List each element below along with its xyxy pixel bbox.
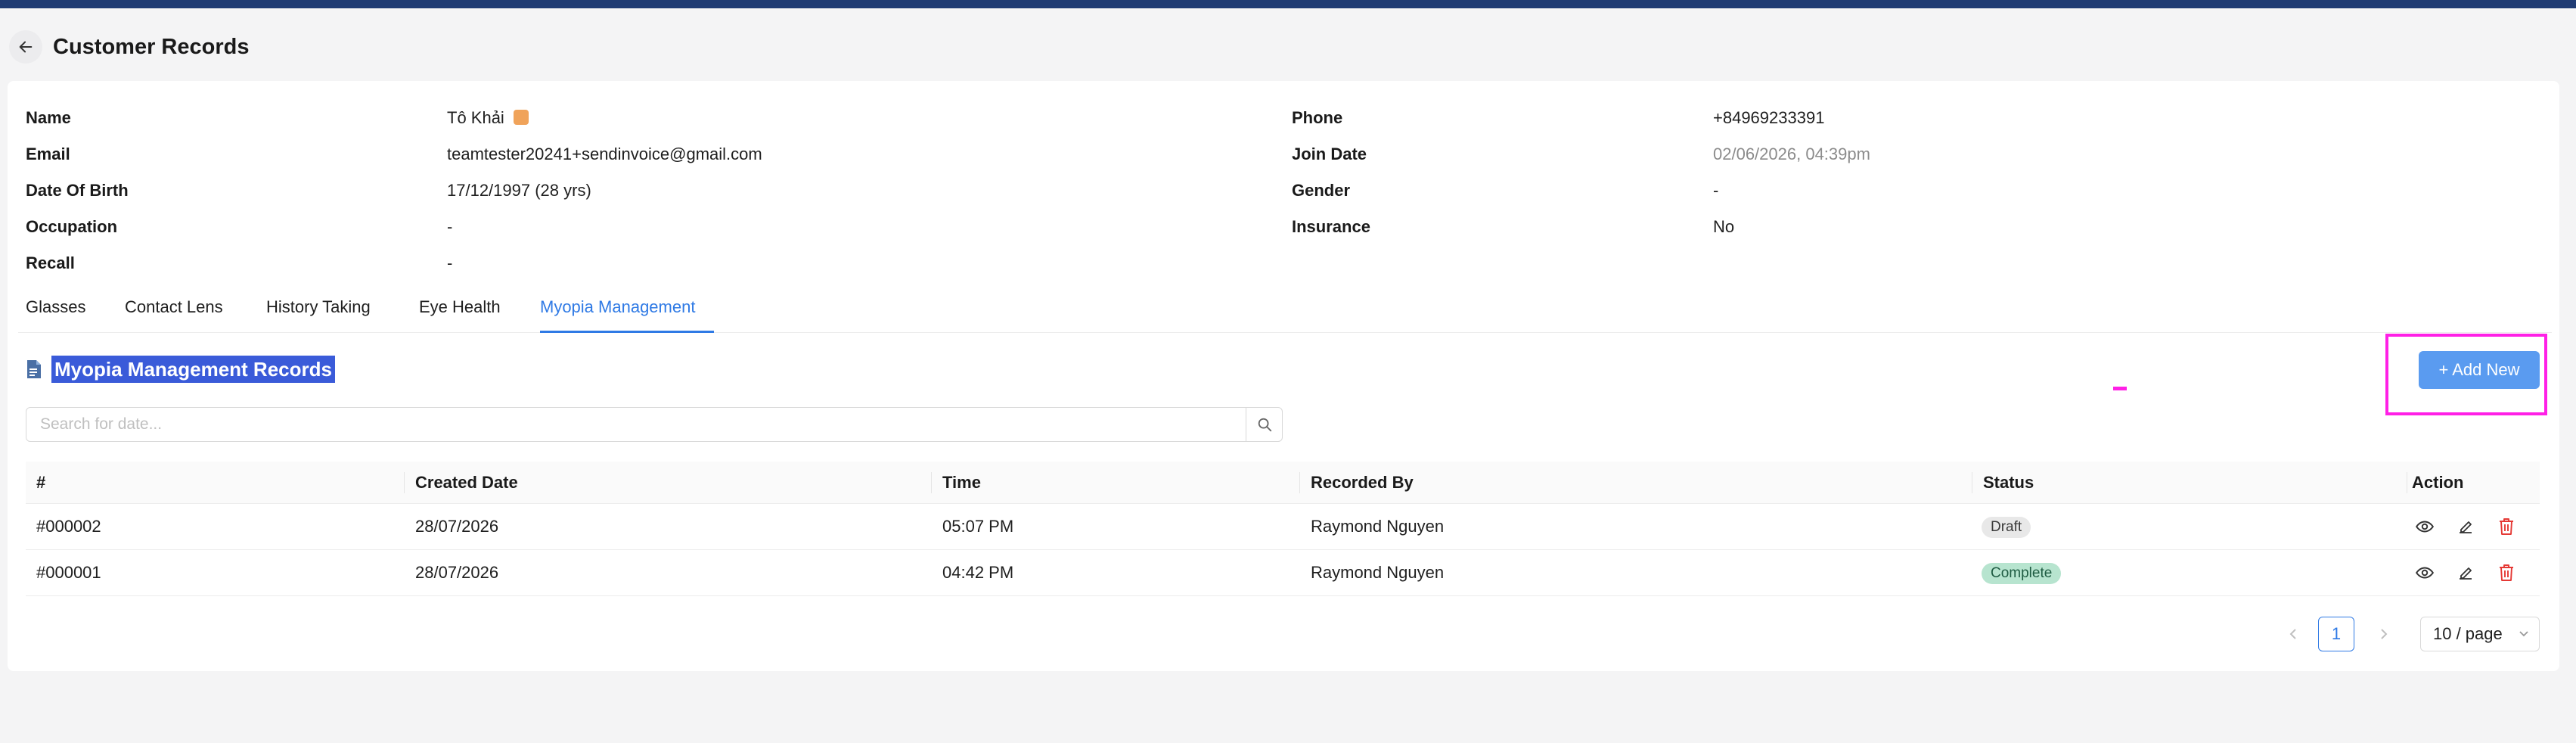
active-tab-indicator <box>540 331 714 333</box>
record-recorded-by: Raymond Nguyen <box>1311 563 1445 582</box>
page-title: Customer Records <box>53 35 250 59</box>
tab-history-taking[interactable]: History Taking <box>266 297 371 318</box>
insurance-label: Insurance <box>1292 217 1370 236</box>
cursor-marker <box>2113 387 2127 390</box>
add-new-button[interactable]: + Add New <box>2419 351 2540 389</box>
eye-icon <box>2416 567 2434 579</box>
search-icon <box>1258 418 1271 432</box>
next-page-button[interactable] <box>2375 620 2393 648</box>
view-button[interactable] <box>2414 516 2435 537</box>
tab-eye-health[interactable]: Eye Health <box>419 297 501 318</box>
record-tabs: Glasses Contact Lens History Taking Eye … <box>18 280 2552 333</box>
date-search <box>26 407 1283 442</box>
insurance-value: No <box>1713 217 1735 236</box>
chevron-left-icon <box>2289 629 2296 639</box>
email-value: teamtester20241+sendinvoice@gmail.com <box>447 145 762 163</box>
trash-icon <box>2500 518 2513 535</box>
records-table: # Created Date Time Recorded By Status A… <box>26 462 2540 596</box>
recall-label: Recall <box>26 253 75 272</box>
recall-value: - <box>447 253 453 272</box>
col-separator <box>931 472 932 493</box>
join-date-value: 02/06/2026, 04:39pm <box>1713 145 1870 163</box>
table-row: #000001 28/07/2026 04:42 PM Raymond Nguy… <box>26 550 2540 596</box>
back-button[interactable] <box>9 30 42 64</box>
edit-button[interactable] <box>2455 562 2476 583</box>
occupation-label: Occupation <box>26 217 118 236</box>
table-row: #000002 28/07/2026 05:07 PM Raymond Nguy… <box>26 504 2540 550</box>
pencil-icon <box>2460 567 2472 580</box>
col-recorded-by: Recorded By <box>1311 473 1414 492</box>
name-text: Tô Khải <box>447 108 504 127</box>
col-separator <box>1299 472 1300 493</box>
occupation-value: - <box>447 217 453 236</box>
section-title: Myopia Management Records <box>51 356 335 383</box>
trash-icon <box>2500 564 2513 581</box>
record-created-date: 28/07/2026 <box>415 563 499 582</box>
page-number-button[interactable]: 1 <box>2318 617 2354 651</box>
document-icon <box>27 360 41 378</box>
edit-button[interactable] <box>2455 516 2476 537</box>
dob-value: 17/12/1997 (28 yrs) <box>447 181 591 200</box>
gender-value: - <box>1713 181 1719 200</box>
delete-button[interactable] <box>2496 516 2517 537</box>
chevron-down-icon <box>2518 617 2530 662</box>
record-created-date: 28/07/2026 <box>415 517 499 536</box>
status-badge: Draft <box>1982 517 2031 538</box>
record-time: 05:07 PM <box>942 517 1014 536</box>
pencil-icon <box>2460 521 2472 533</box>
record-id: #000001 <box>36 563 101 582</box>
record-recorded-by: Raymond Nguyen <box>1311 517 1445 536</box>
col-separator <box>404 472 405 493</box>
col-id: # <box>36 473 46 492</box>
eye-icon <box>2416 521 2434 533</box>
top-bar <box>0 0 2576 8</box>
page-size-select[interactable]: 10 / page <box>2420 617 2540 651</box>
status-badge: Complete <box>1982 563 2062 584</box>
chevron-right-icon <box>2381 629 2388 639</box>
join-date-label: Join Date <box>1292 145 1367 163</box>
gender-label: Gender <box>1292 181 1351 200</box>
prev-page-button[interactable] <box>2284 620 2302 648</box>
name-value: Tô Khải <box>447 107 529 129</box>
arrow-left-icon <box>19 41 33 53</box>
col-action: Action <box>2412 473 2464 492</box>
col-time: Time <box>942 473 981 492</box>
tab-contact-lens[interactable]: Contact Lens <box>125 297 223 318</box>
name-label: Name <box>26 108 71 127</box>
customer-tag-icon <box>513 110 529 126</box>
phone-value: +84969233391 <box>1713 108 1825 127</box>
phone-label: Phone <box>1292 108 1343 127</box>
date-search-input[interactable] <box>26 408 1246 441</box>
view-button[interactable] <box>2414 562 2435 583</box>
table-header: # Created Date Time Recorded By Status A… <box>26 462 2540 504</box>
col-created-date: Created Date <box>415 473 518 492</box>
dob-label: Date Of Birth <box>26 181 129 200</box>
tab-glasses[interactable]: Glasses <box>26 297 85 318</box>
record-id: #000002 <box>36 517 101 536</box>
page-size-value: 10 / page <box>2433 624 2503 643</box>
email-label: Email <box>26 145 70 163</box>
col-status: Status <box>1983 473 2034 492</box>
delete-button[interactable] <box>2496 562 2517 583</box>
tab-myopia-management[interactable]: Myopia Management <box>540 297 695 318</box>
record-time: 04:42 PM <box>942 563 1014 582</box>
search-button[interactable] <box>1246 408 1282 441</box>
